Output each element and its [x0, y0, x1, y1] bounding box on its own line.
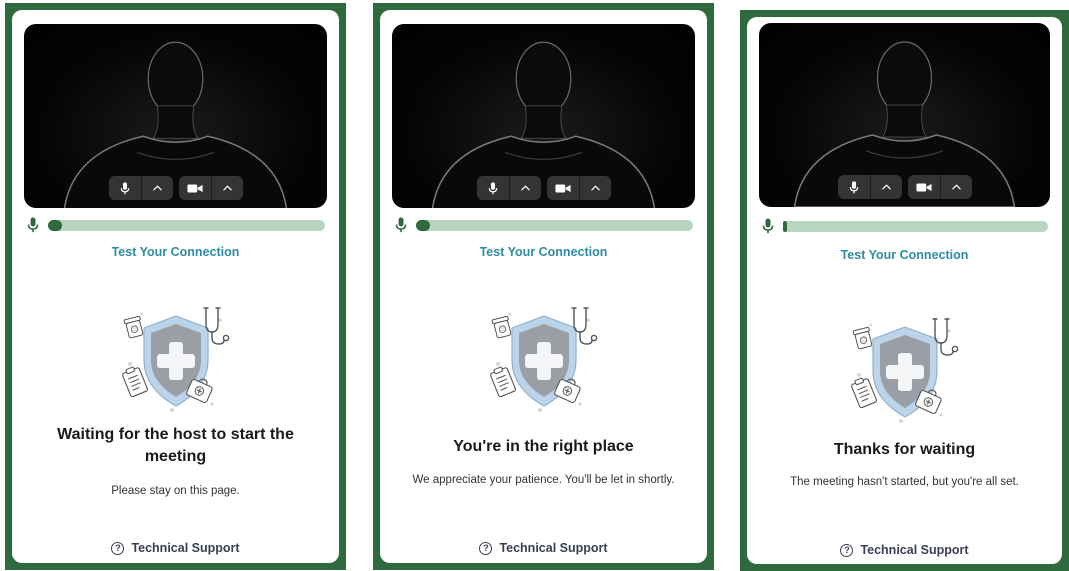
mic-level-fill [48, 219, 62, 231]
camera-control-group [907, 175, 972, 199]
test-connection-link[interactable]: Test Your Connection [747, 248, 1062, 262]
chevron-up-icon [223, 185, 232, 191]
microphone-icon [849, 181, 859, 194]
microphone-icon [120, 182, 130, 195]
technical-support-link[interactable]: ? Technical Support [747, 543, 1062, 557]
video-preview [24, 24, 327, 208]
media-controls [476, 176, 611, 200]
mic-level-meter [26, 217, 325, 233]
camera-options-button[interactable] [210, 176, 243, 200]
mic-control-group [837, 175, 902, 199]
mic-level-track [48, 219, 325, 231]
camera-control-group [178, 176, 243, 200]
technical-support-link[interactable]: ? Technical Support [380, 541, 707, 555]
test-connection-link[interactable]: Test Your Connection [380, 245, 707, 259]
mic-level-track [416, 219, 693, 231]
mic-toggle-button[interactable] [838, 175, 870, 199]
status-subtitle: The meeting hasn't started, but you're a… [790, 476, 1019, 488]
video-preview [392, 24, 695, 208]
lobby-card: Test Your Connection You're in the right… [380, 10, 707, 563]
microphone-icon [394, 217, 408, 233]
mic-level-meter [394, 217, 693, 233]
mic-level-fill [783, 220, 787, 232]
test-connection-link[interactable]: Test Your Connection [12, 245, 339, 259]
microphone-icon [26, 217, 40, 233]
chevron-up-icon [952, 184, 961, 190]
chevron-up-icon [521, 185, 530, 191]
chevron-up-icon [882, 184, 891, 190]
mic-level-track [783, 220, 1048, 232]
media-controls [108, 176, 243, 200]
technical-support-label: Technical Support [499, 541, 608, 555]
technical-support-label: Technical Support [131, 541, 240, 555]
status-subtitle: Please stay on this page. [111, 485, 240, 497]
meeting-lobby-panel-1: Test Your Connection Waiting for the hos… [5, 3, 346, 570]
mic-level-meter [761, 218, 1048, 234]
mic-control-group [476, 176, 541, 200]
mic-options-button[interactable] [140, 176, 173, 200]
medical-shield-illustration [116, 302, 236, 422]
camera-control-group [546, 176, 611, 200]
mic-toggle-button[interactable] [109, 176, 141, 200]
status-title: Thanks for waiting [833, 441, 976, 458]
video-preview [759, 23, 1050, 207]
lobby-card: Test Your Connection Thanks for waiting … [747, 17, 1062, 564]
lobby-card: Test Your Connection Waiting for the hos… [12, 10, 339, 563]
microphone-icon [488, 182, 498, 195]
mic-level-fill [416, 219, 430, 231]
status-subtitle: We appreciate your patience. You'll be l… [412, 474, 675, 486]
camera-icon [555, 183, 571, 194]
chevron-up-icon [591, 185, 600, 191]
camera-options-button[interactable] [578, 176, 611, 200]
media-controls [837, 175, 972, 199]
medical-shield-illustration [484, 302, 604, 422]
status-title: Waiting for the host to start the meetin… [57, 426, 294, 465]
camera-toggle-button[interactable] [179, 176, 211, 200]
camera-toggle-button[interactable] [908, 175, 940, 199]
question-circle-icon: ? [111, 541, 125, 555]
camera-icon [187, 183, 203, 194]
technical-support-label: Technical Support [860, 543, 969, 557]
mic-options-button[interactable] [869, 175, 902, 199]
question-circle-icon: ? [479, 541, 493, 555]
mic-control-group [108, 176, 173, 200]
microphone-icon [761, 218, 775, 234]
meeting-lobby-panel-2: Test Your Connection You're in the right… [373, 3, 714, 570]
camera-toggle-button[interactable] [547, 176, 579, 200]
question-circle-icon: ? [840, 543, 854, 557]
status-title: You're in the right place [453, 438, 634, 455]
chevron-up-icon [153, 185, 162, 191]
technical-support-link[interactable]: ? Technical Support [12, 541, 339, 555]
medical-shield-illustration [845, 313, 965, 433]
camera-options-button[interactable] [939, 175, 972, 199]
camera-icon [916, 182, 932, 193]
mic-options-button[interactable] [508, 176, 541, 200]
meeting-lobby-panel-3: Test Your Connection Thanks for waiting … [740, 10, 1069, 571]
mic-toggle-button[interactable] [477, 176, 509, 200]
